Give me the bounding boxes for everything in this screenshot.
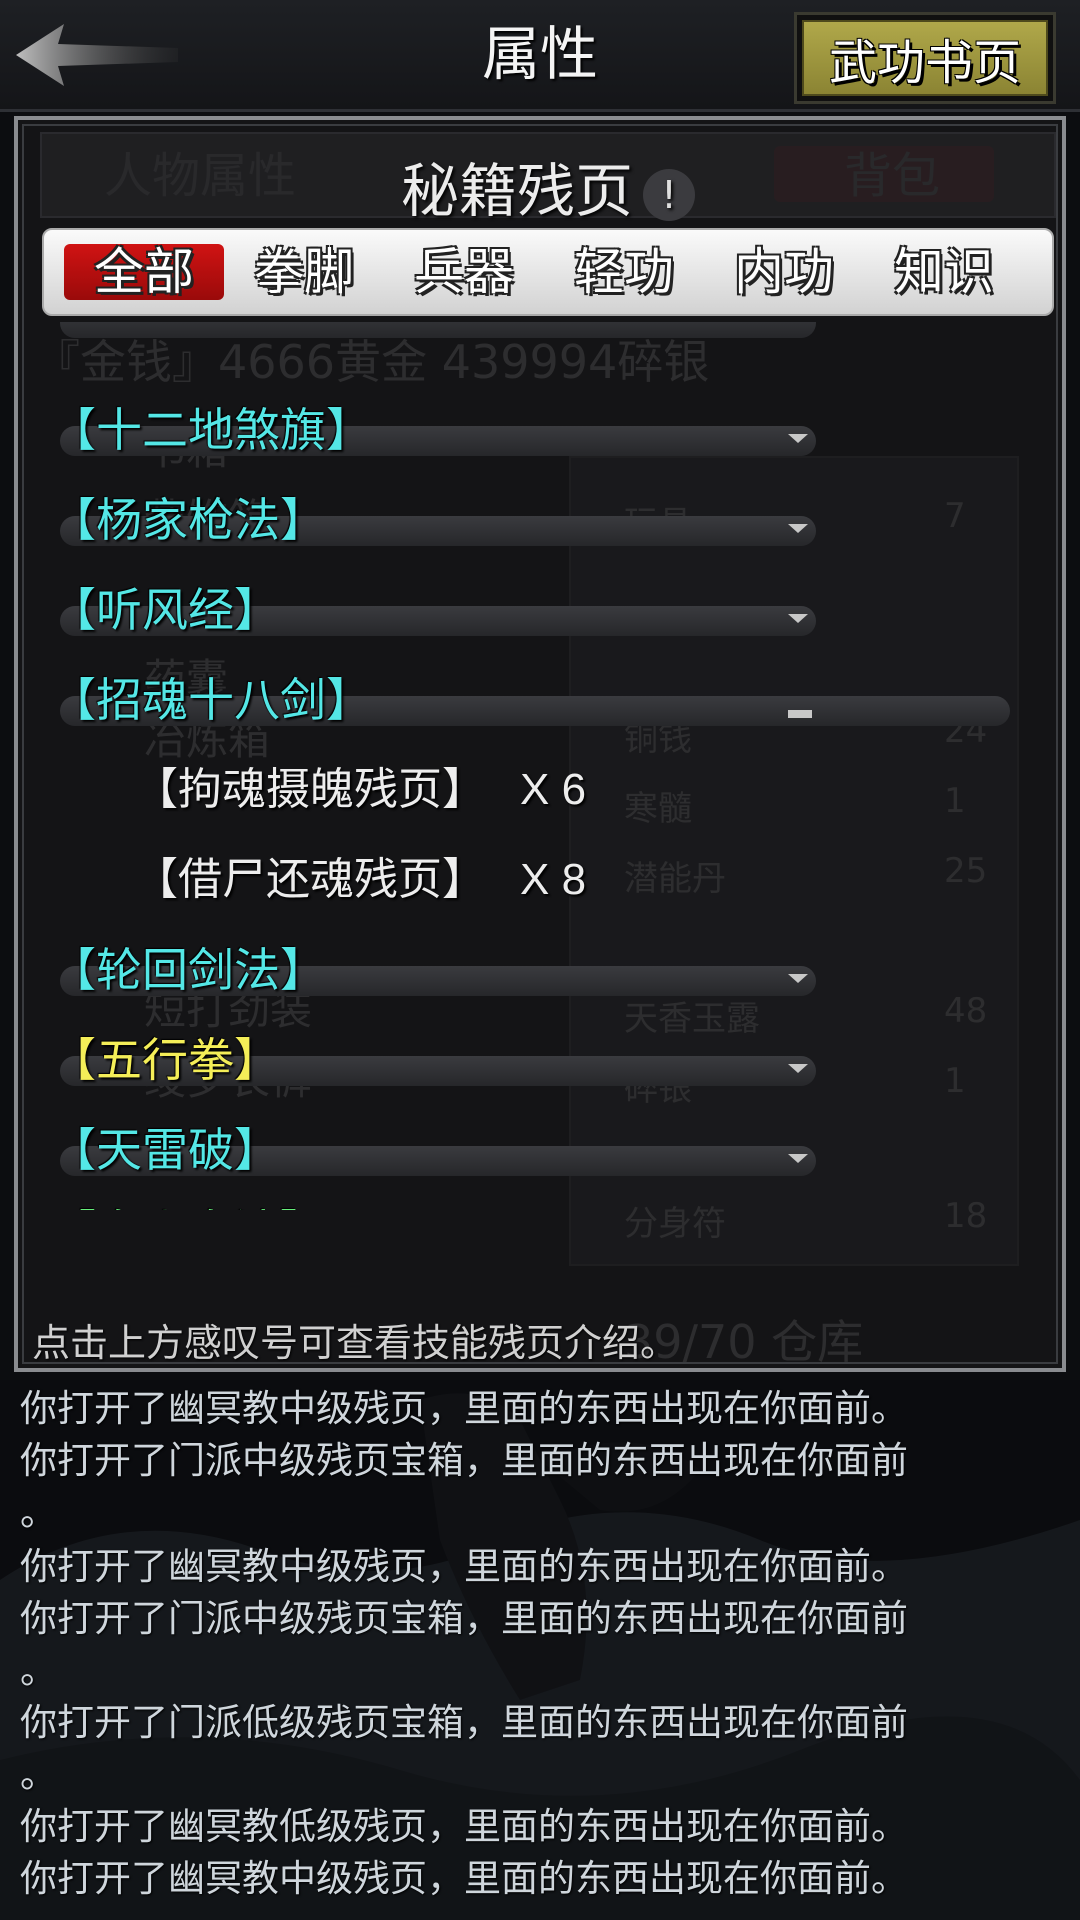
panel-title-row: 秘籍残页!: [42, 144, 1054, 228]
log-line: 。: [20, 1649, 57, 1692]
skill-book-button[interactable]: 武功书页: [794, 12, 1056, 104]
fragment-sub-item: 【借尸还魂残页】 X 8: [134, 850, 586, 910]
chevron-down-icon[interactable]: [788, 614, 808, 623]
log-line: 。: [20, 1491, 57, 1534]
panel-header: 秘籍残页!: [40, 132, 1056, 225]
fragment-name: 【拘魂摄魄残页】: [134, 764, 486, 815]
tab-weapon[interactable]: 兵器: [384, 244, 544, 300]
log-line: 你打开了幽冥教中级残页，里面的东西出现在你面前。: [20, 1857, 908, 1900]
log-line: 你打开了幽冥教中级残页，里面的东西出现在你面前。: [20, 1545, 908, 1588]
list-item-name: 【天雷破】: [50, 1123, 280, 1177]
tab-fist[interactable]: 拳脚: [224, 244, 384, 300]
chevron-down-icon[interactable]: [788, 1154, 808, 1163]
list-item[interactable]: 【杨家枪法】: [50, 490, 1030, 550]
skill-book-button-label: 武功书页: [828, 35, 1021, 91]
list-item[interactable]: 【天雷破】: [50, 1120, 1030, 1180]
chevron-down-icon[interactable]: [788, 524, 808, 533]
fragment-name: 【借尸还魂残页】: [134, 854, 486, 905]
info-icon[interactable]: !: [643, 168, 695, 221]
hint-text: 点击上方感叹号可查看技能残页介绍。: [32, 1321, 679, 1364]
log-line: 你打开了门派低级残页宝箱，里面的东西出现在你面前: [20, 1701, 908, 1744]
category-tab-bar: 全部 拳脚 兵器 轻功 内功 知识: [42, 228, 1054, 316]
list-item[interactable]: 【五行拳】: [50, 1030, 1030, 1090]
log-line: 你打开了幽冥教低级残页，里面的东西出现在你面前。: [20, 1805, 908, 1848]
list-item-name: 【杨家枪法】: [50, 493, 326, 547]
fragment-qty: X 8: [520, 855, 587, 904]
chevron-down-icon[interactable]: [788, 1064, 808, 1073]
list-item[interactable]: 【轮回剑法】: [50, 940, 1030, 1000]
fragment-qty: X 6: [520, 765, 587, 814]
tab-all[interactable]: 全部: [64, 244, 224, 300]
list-item-partial[interactable]: [50, 322, 1030, 342]
list-item-name: 【十二地煞旗】: [50, 403, 372, 457]
chevron-down-icon[interactable]: [788, 974, 808, 983]
list-item-name: 【招魂十八剑】: [50, 673, 372, 727]
top-bar: 属性 武功书页: [0, 0, 1080, 112]
page-title: 属性: [481, 20, 598, 88]
fragment-sub-item: 【拘魂摄魄残页】 X 6: [134, 760, 586, 820]
tab-inner[interactable]: 内功: [704, 244, 864, 300]
list-item-partial[interactable]: 【鬼幽身法】: [50, 1202, 1030, 1210]
collapse-icon[interactable]: [788, 710, 812, 718]
list-item-name: 【轮回剑法】: [50, 943, 326, 997]
row-bar: [60, 322, 816, 338]
list-item[interactable]: 【听风经】: [50, 580, 1030, 640]
chevron-down-icon[interactable]: [788, 434, 808, 443]
back-arrow-icon[interactable]: [12, 20, 182, 90]
fragment-panel: 人物属性 背包 『金钱』4666黄金 439994碎银 书箱 装饰箱 药囊 冶炼…: [14, 116, 1066, 1372]
log-line: 。: [20, 1753, 57, 1796]
list-item-name: 【听风经】: [50, 583, 280, 637]
tab-lightness[interactable]: 轻功: [544, 244, 704, 300]
list-item-name: 【五行拳】: [50, 1033, 280, 1087]
log-line: 你打开了幽冥教中级残页，里面的东西出现在你面前。: [20, 1387, 908, 1430]
log-line: 你打开了门派中级残页宝箱，里面的东西出现在你面前: [20, 1597, 908, 1640]
list-item[interactable]: 【十二地煞旗】: [50, 400, 1030, 460]
log-line: 你打开了门派中级残页宝箱，里面的东西出现在你面前: [20, 1439, 908, 1482]
panel-title: 秘籍残页: [400, 157, 633, 225]
list-item-name: 【鬼幽身法】: [50, 1202, 326, 1210]
list-item-expanded[interactable]: 【招魂十八剑】: [50, 670, 1030, 730]
fragment-list[interactable]: 【十二地煞旗】 【杨家枪法】 【听风经】 【招魂十八剑】 【拘魂摄魄残页】 X 6: [24, 322, 1056, 1210]
message-log[interactable]: 你打开了幽冥教中级残页，里面的东西出现在你面前。 你打开了门派中级残页宝箱，里面…: [0, 1380, 1080, 1920]
tab-knowledge[interactable]: 知识: [864, 244, 1024, 300]
